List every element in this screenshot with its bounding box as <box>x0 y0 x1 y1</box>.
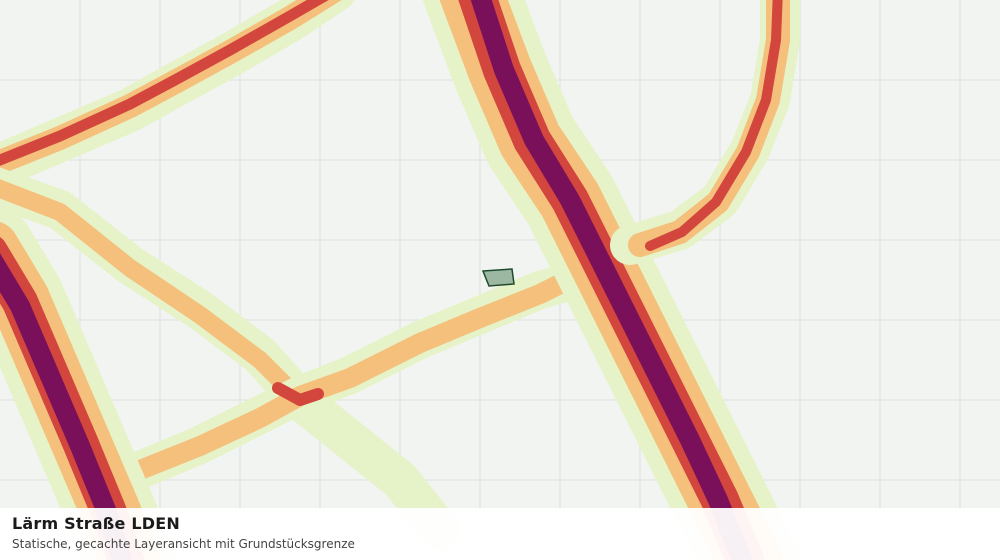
map-caption: Lärm Straße LDEN Statische, gecachte Lay… <box>0 508 1000 560</box>
layer-title: Lärm Straße LDEN <box>12 514 180 533</box>
layer-subtitle: Statische, gecachte Layeransicht mit Gru… <box>12 537 355 551</box>
parcel-boundary[interactable] <box>481 268 515 287</box>
noise-map[interactable] <box>0 0 1000 560</box>
